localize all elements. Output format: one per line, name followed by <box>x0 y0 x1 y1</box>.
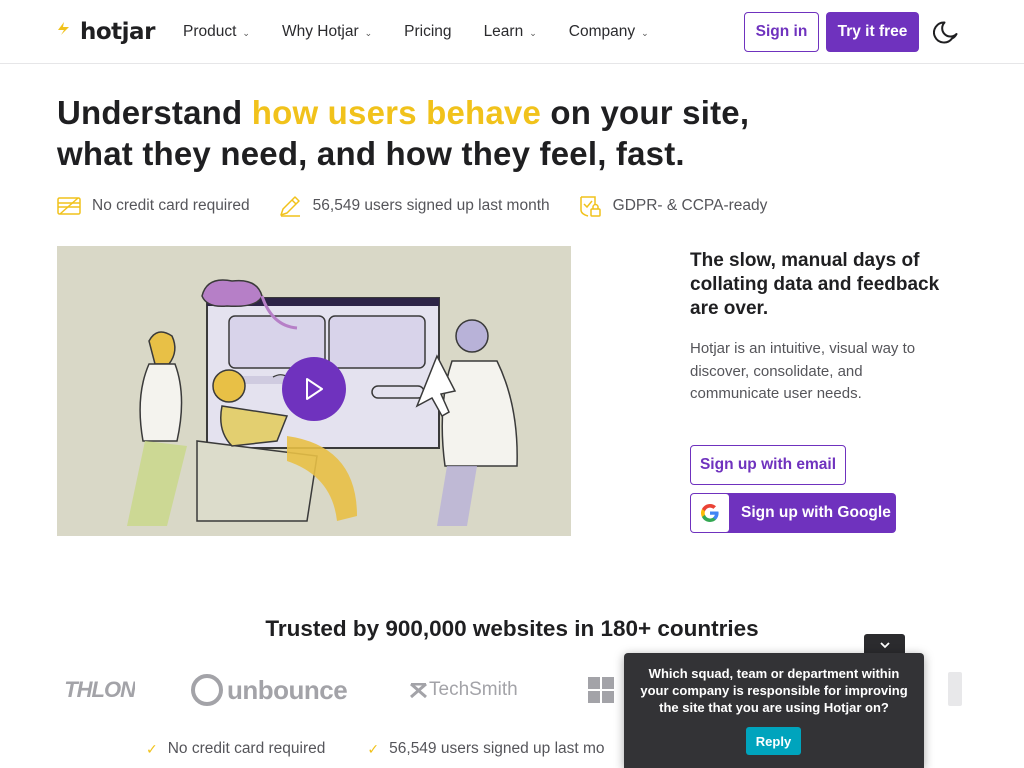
check-users-signed-up: ✓ 56,549 users signed up last mo <box>367 740 604 758</box>
logo-text: hotjar <box>80 19 155 45</box>
google-button-label: Sign up with Google <box>741 504 891 521</box>
nav-item-label: Why Hotjar <box>281 23 359 40</box>
try-free-button[interactable]: Try it free <box>826 12 919 52</box>
nav-item-pricing[interactable]: Pricing <box>404 23 451 41</box>
unbounce-mark-icon <box>191 674 223 706</box>
nav-item-why-hotjar[interactable]: Why Hotjar ⌄ <box>282 23 372 41</box>
logo-fragment <box>948 672 962 706</box>
decathlon-logo: THLON <box>64 677 135 702</box>
sign-in-button[interactable]: Sign in <box>744 12 819 52</box>
credit-card-icon <box>57 197 81 215</box>
sign-up-google-button[interactable]: Sign up with Google <box>690 493 896 533</box>
nav-item-label: Learn <box>483 23 524 40</box>
hero-title-highlight: how users behave <box>251 94 542 131</box>
hero-video[interactable] <box>57 246 571 536</box>
techsmith-wordmark: TechSmith <box>429 679 518 700</box>
nav-item-learn[interactable]: Learn ⌄ <box>484 23 537 41</box>
check-no-credit-card: ✓ No credit card required <box>146 740 325 758</box>
check-icon: ✓ <box>146 740 158 757</box>
side-title: The slow, manual days of collating data … <box>690 250 940 319</box>
nav-item-company[interactable]: Company ⌄ <box>569 23 649 41</box>
badge-text: No credit card required <box>92 197 250 214</box>
play-icon <box>306 378 323 400</box>
badge-users-signed-up: 56,549 users signed up last month <box>278 194 550 218</box>
bottom-checklist: ✓ No credit card required ✓ 56,549 users… <box>146 738 647 760</box>
unbounce-wordmark: unbounce <box>227 674 348 705</box>
chevron-down-icon <box>879 641 890 648</box>
badge-text: 56,549 users signed up last month <box>312 197 550 214</box>
unbounce-logo: unbounce <box>191 668 348 712</box>
badge-text: GDPR- & CCPA-ready <box>612 197 768 214</box>
check-icon: ✓ <box>367 740 380 757</box>
nav-item-label: Company <box>568 23 636 40</box>
shield-lock-icon <box>579 196 601 217</box>
microsoft-mark-icon <box>588 677 614 703</box>
techsmith-logo: TechSmith <box>410 668 518 712</box>
pencil-icon <box>279 196 300 217</box>
hero-title-start: Understand <box>57 94 252 131</box>
sign-up-email-button[interactable]: Sign up with email <box>690 445 846 485</box>
survey-widget: Which squad, team or department within y… <box>624 653 924 768</box>
nav-links: Product ⌄ Why Hotjar ⌄ Pricing Learn ⌄ C… <box>183 0 681 64</box>
moon-icon[interactable] <box>933 18 961 46</box>
techsmith-mark-icon <box>410 682 427 698</box>
check-text: No credit card required <box>167 740 326 757</box>
play-video-button[interactable] <box>282 357 346 421</box>
chevron-down-icon: ⌄ <box>364 27 373 38</box>
survey-reply-button[interactable]: Reply <box>746 727 801 755</box>
hotjar-logo-icon <box>58 22 69 35</box>
chevron-down-icon: ⌄ <box>641 27 649 38</box>
nav-item-product[interactable]: Product ⌄ <box>183 23 250 41</box>
hero-badges: No credit card required 56,549 users sig… <box>57 192 795 220</box>
badge-no-credit-card: No credit card required <box>57 194 250 218</box>
side-description: Hotjar is an intuitive, visual way to di… <box>690 340 916 402</box>
chevron-down-icon: ⌄ <box>529 27 537 38</box>
hotjar-logo[interactable]: hotjar <box>57 18 155 46</box>
google-logo-box <box>691 494 729 532</box>
chevron-down-icon: ⌄ <box>242 27 250 38</box>
microsoft-logo <box>588 668 614 712</box>
hero-title: Understand how users behave on your site… <box>57 92 777 174</box>
badge-gdpr: GDPR- & CCPA-ready <box>578 194 768 218</box>
nav-item-label: Pricing <box>404 23 452 40</box>
survey-question: Which squad, team or department within y… <box>640 666 908 715</box>
check-text: 56,549 users signed up last mo <box>389 740 605 757</box>
nav-item-label: Product <box>183 23 237 40</box>
top-navbar: hotjar Product ⌄ Why Hotjar ⌄ Pricing Le… <box>0 0 1024 64</box>
google-icon <box>701 504 719 522</box>
